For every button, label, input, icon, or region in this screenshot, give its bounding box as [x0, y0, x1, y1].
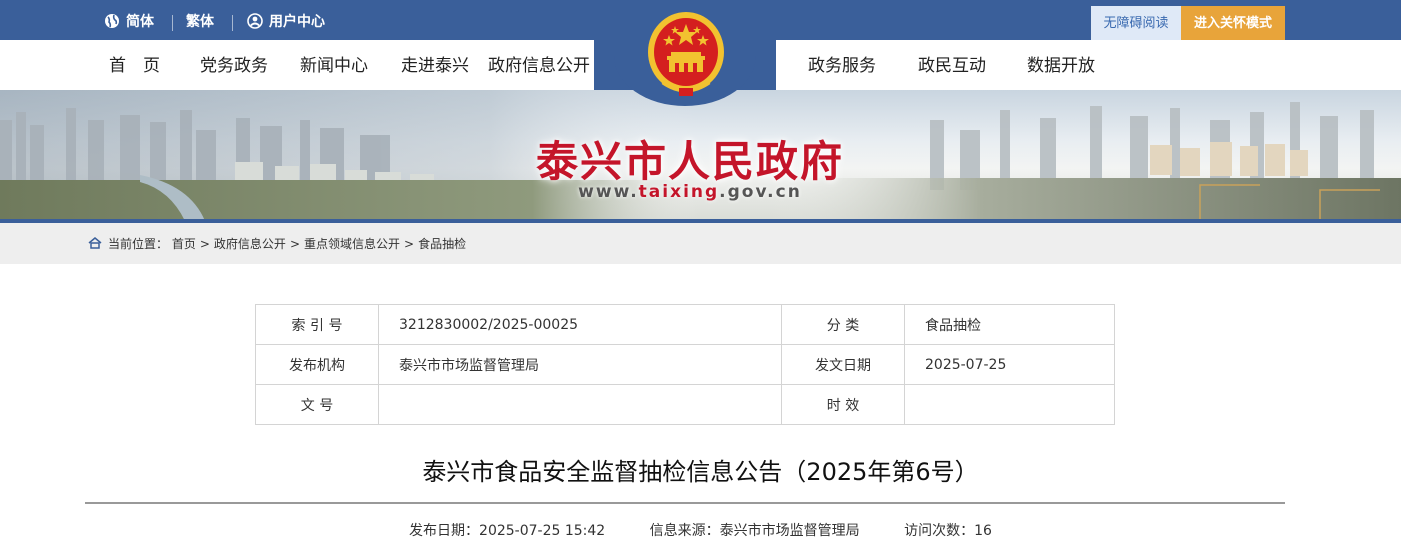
nav-item-about-taixing[interactable]: 走进泰兴 [401, 40, 469, 90]
user-center-label: 用户中心 [269, 14, 325, 30]
visit-count-value: 16 [974, 523, 992, 539]
visit-count-label: 访问次数： [904, 523, 975, 539]
issue-date-value: 2025-07-25 [904, 344, 1115, 385]
nav-item-party-affairs[interactable]: 党务政务 [200, 40, 268, 90]
visit-count: 访问次数：16 [904, 523, 992, 539]
user-icon [247, 12, 263, 29]
table-row: 索 引 号 3212830002/2025-00025 分 类 食品抽检 [255, 304, 1115, 345]
banner: 泰兴市人民政府 www.taixing.gov.cn [0, 90, 1401, 221]
category-value: 食品抽检 [904, 304, 1115, 345]
simplified-label: 简体 [126, 14, 154, 30]
info-source-value: 泰兴市市场监督管理局 [719, 523, 860, 539]
breadcrumb-home[interactable]: 首页 [172, 237, 196, 251]
index-number-label: 索 引 号 [255, 304, 379, 345]
accessible-reading-button[interactable]: 无障碍阅读 [1091, 6, 1181, 40]
document-number-value [378, 384, 782, 425]
nav-item-gov-services[interactable]: 政务服务 [808, 40, 876, 90]
site-url: www.taixing.gov.cn [520, 182, 860, 202]
table-row: 发布机构 泰兴市市场监督管理局 发文日期 2025-07-25 [255, 344, 1115, 385]
site-url-prefix: www. [578, 182, 639, 202]
breadcrumb-separator: > [199, 237, 210, 251]
nav-item-home[interactable]: 首 页 [109, 40, 160, 90]
traditional-label: 繁体 [186, 14, 214, 30]
publisher-value: 泰兴市市场监督管理局 [378, 344, 782, 385]
site-url-highlight: taixing [638, 182, 720, 202]
issue-date-label: 发文日期 [781, 344, 905, 385]
breadcrumb-label: 当前位置： [108, 237, 169, 251]
category-label: 分 类 [781, 304, 905, 345]
validity-value [904, 384, 1115, 425]
publish-date-label: 发布日期： [409, 523, 480, 539]
topbar-divider [232, 15, 233, 31]
publish-date: 发布日期：2025-07-25 15:42 [409, 523, 605, 539]
article-meta: 发布日期：2025-07-25 15:42 信息来源：泰兴市市场监督管理局 访问… [0, 520, 1401, 540]
info-source: 信息来源：泰兴市市场监督管理局 [650, 523, 860, 539]
breadcrumb-gov-info[interactable]: 政府信息公开 [214, 237, 286, 251]
topbar-divider [172, 15, 173, 31]
traditional-chinese-link[interactable]: 繁体 [186, 0, 214, 40]
national-emblem-icon[interactable] [645, 8, 727, 100]
breadcrumb-separator: > [289, 237, 300, 251]
nav-item-open-data[interactable]: 数据开放 [1027, 40, 1095, 90]
site-title: 泰兴市人民政府 [535, 137, 844, 186]
nav-item-interaction[interactable]: 政民互动 [918, 40, 986, 90]
document-info-table: 索 引 号 3212830002/2025-00025 分 类 食品抽检 发布机… [255, 304, 1115, 425]
validity-label: 时 效 [781, 384, 905, 425]
simplified-chinese-link[interactable]: 简体 [104, 0, 154, 40]
globe-icon [105, 13, 119, 28]
site-url-suffix: .gov.cn [719, 182, 802, 202]
home-icon [88, 237, 102, 249]
breadcrumb-bar: 当前位置： 首页 > 政府信息公开 > 重点领域信息公开 > 食品抽检 [0, 223, 1401, 264]
breadcrumb-separator: > [404, 237, 415, 251]
table-row: 文 号 时 效 [255, 384, 1115, 425]
document-number-label: 文 号 [255, 384, 379, 425]
nav-item-news[interactable]: 新闻中心 [300, 40, 368, 90]
breadcrumb-food-inspection[interactable]: 食品抽检 [418, 237, 466, 251]
publisher-label: 发布机构 [255, 344, 379, 385]
user-center-link[interactable]: 用户中心 [247, 0, 325, 40]
care-mode-button[interactable]: 进入关怀模式 [1181, 6, 1285, 40]
article-title: 泰兴市食品安全监督抽检信息公告（2025年第6号） [422, 458, 979, 486]
breadcrumb-key-areas[interactable]: 重点领域信息公开 [304, 237, 400, 251]
index-number-value: 3212830002/2025-00025 [378, 304, 782, 345]
publish-date-value: 2025-07-25 15:42 [479, 523, 606, 539]
title-divider [85, 502, 1285, 504]
info-source-label: 信息来源： [649, 523, 720, 539]
breadcrumb: 当前位置： 首页 > 政府信息公开 > 重点领域信息公开 > 食品抽检 [88, 223, 466, 264]
nav-item-gov-info[interactable]: 政府信息公开 [488, 40, 590, 90]
